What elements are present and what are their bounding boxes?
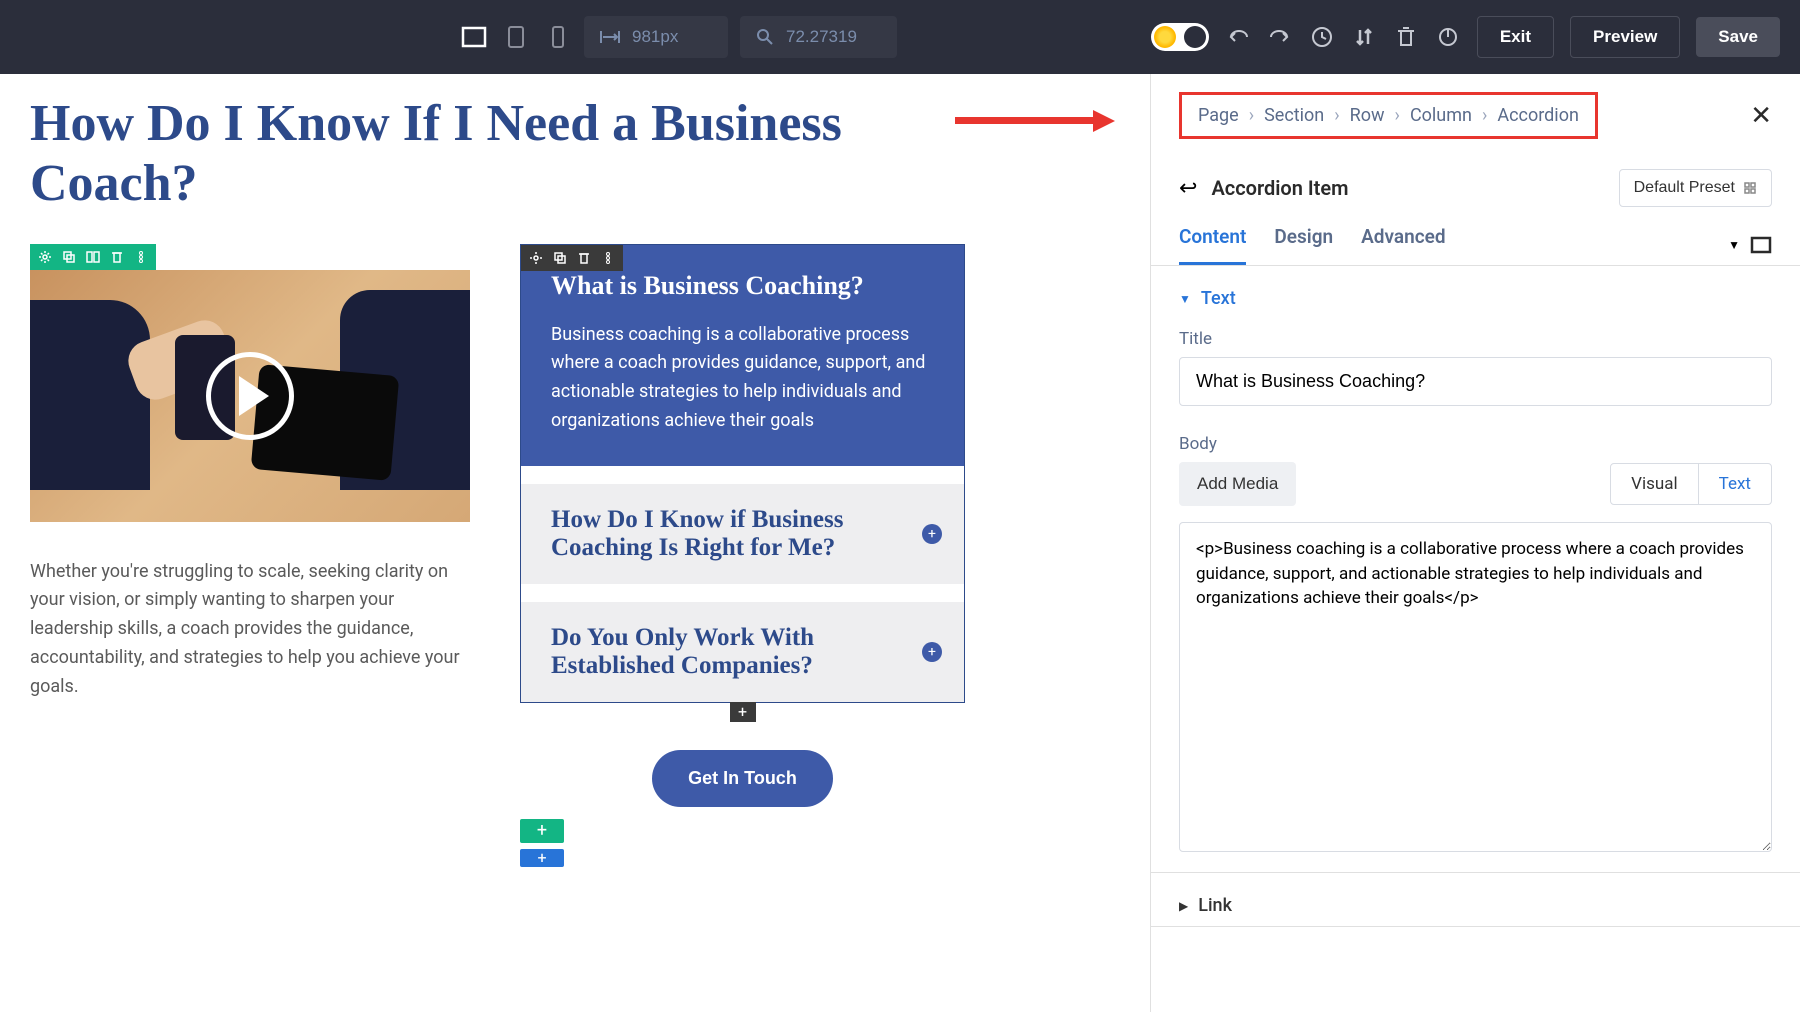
accordion-item-closed[interactable]: How Do I Know if Business Coaching Is Ri… [521, 484, 964, 602]
power-icon[interactable] [1435, 24, 1461, 50]
arrow-annotation [955, 110, 1115, 130]
cta-button[interactable]: Get In Touch [652, 750, 833, 807]
accordion-title: Do You Only Work With Established Compan… [551, 624, 934, 680]
add-row-button[interactable]: + [520, 849, 564, 867]
preview-button[interactable]: Preview [1570, 16, 1680, 58]
redo-icon[interactable] [1267, 24, 1293, 50]
chevron-right-icon: ▶ [1179, 899, 1188, 913]
accordion-title: What is Business Coaching? [551, 271, 934, 301]
duplicate-icon[interactable] [60, 248, 78, 266]
desktop-small-icon[interactable] [1750, 236, 1772, 254]
theme-toggle[interactable] [1151, 23, 1209, 51]
media-row: Add Media Visual Text [1151, 462, 1800, 514]
tab-design[interactable]: Design [1274, 225, 1333, 265]
topbar-center [460, 16, 897, 58]
module-toolbar-dark [521, 245, 623, 271]
sidebar: Page › Section › Row › Column › Accordio… [1150, 74, 1800, 1012]
description-text: Whether you're struggling to scale, seek… [30, 558, 470, 702]
search-icon [756, 28, 774, 46]
width-icon [600, 29, 620, 45]
panel-head: ↩ Accordion Item Default Preset [1151, 157, 1800, 207]
plus-icon[interactable]: + [922, 524, 942, 544]
topbar: Exit Preview Save [0, 0, 1800, 74]
more-icon[interactable] [132, 248, 150, 266]
width-input[interactable] [632, 27, 712, 47]
main: How Do I Know If I Need a Business Coach… [0, 74, 1800, 1012]
add-item-button[interactable]: + [730, 702, 756, 722]
breadcrumb-wrap: Page › Section › Row › Column › Accordio… [1151, 74, 1800, 157]
panel-title: Accordion Item [1211, 176, 1348, 200]
chevron-down-icon: ▼ [1179, 292, 1191, 306]
exit-button[interactable]: Exit [1477, 16, 1554, 58]
crumb-column[interactable]: Column [1410, 105, 1472, 126]
video-module[interactable] [30, 270, 470, 522]
crumb-page[interactable]: Page [1198, 105, 1239, 126]
play-icon[interactable] [206, 352, 294, 440]
close-icon[interactable]: ✕ [1750, 101, 1772, 131]
module-toolbar [30, 244, 156, 270]
more-icon[interactable] [599, 249, 617, 267]
topbar-right: Exit Preview Save [1151, 16, 1780, 58]
add-media-button[interactable]: Add Media [1179, 462, 1296, 506]
page-heading: How Do I Know If I Need a Business Coach… [30, 94, 890, 214]
tab-advanced[interactable]: Advanced [1361, 225, 1445, 265]
width-box [584, 16, 728, 58]
canvas: How Do I Know If I Need a Business Coach… [0, 74, 1150, 1012]
title-label: Title [1151, 319, 1800, 357]
gear-icon[interactable] [527, 249, 545, 267]
chevron-right-icon: › [1249, 105, 1254, 126]
mode-visual[interactable]: Visual [1611, 464, 1698, 504]
undo-icon[interactable] [1225, 24, 1251, 50]
tab-icons: ▼ [1728, 225, 1772, 265]
add-section-button[interactable]: + [520, 819, 564, 843]
trash-icon[interactable] [1393, 24, 1419, 50]
zoom-input[interactable] [786, 27, 881, 47]
title-input[interactable] [1179, 357, 1772, 406]
body-label: Body [1151, 424, 1800, 462]
accordion-module: What is Business Coaching? Business coac… [520, 244, 965, 703]
preset-button[interactable]: Default Preset [1619, 169, 1772, 207]
accordion-title: How Do I Know if Business Coaching Is Ri… [551, 506, 934, 562]
breadcrumb: Page › Section › Row › Column › Accordio… [1179, 92, 1598, 139]
crumb-accordion[interactable]: Accordion [1497, 105, 1579, 126]
save-button[interactable]: Save [1696, 17, 1780, 57]
history-icon[interactable] [1309, 24, 1335, 50]
dropdown-icon[interactable]: ▼ [1728, 238, 1740, 252]
column-right: What is Business Coaching? Business coac… [520, 244, 965, 867]
tablet-icon[interactable] [502, 23, 530, 51]
editor-mode-tabs: Visual Text [1610, 463, 1772, 505]
mode-text[interactable]: Text [1699, 464, 1771, 504]
column-left: Whether you're struggling to scale, seek… [30, 244, 470, 867]
back-icon[interactable]: ↩ [1179, 176, 1197, 201]
sort-icon[interactable] [1351, 24, 1377, 50]
columns-icon[interactable] [84, 248, 102, 266]
zoom-box [740, 16, 897, 58]
section-text-header[interactable]: ▼ Text [1151, 266, 1800, 319]
crumb-section[interactable]: Section [1264, 105, 1324, 126]
phone-icon[interactable] [544, 23, 572, 51]
columns: Whether you're struggling to scale, seek… [30, 244, 1120, 867]
delete-icon[interactable] [575, 249, 593, 267]
section-link-header[interactable]: ▶ Link [1151, 873, 1800, 926]
tab-content[interactable]: Content [1179, 225, 1246, 265]
chevron-right-icon: › [1334, 105, 1339, 126]
duplicate-icon[interactable] [551, 249, 569, 267]
tabs: Content Design Advanced ▼ [1151, 207, 1800, 266]
chevron-right-icon: › [1482, 105, 1487, 126]
body-textarea[interactable]: <p>Business coaching is a collaborative … [1179, 522, 1772, 852]
accordion-body: Business coaching is a collaborative pro… [551, 321, 934, 436]
desktop-icon[interactable] [460, 23, 488, 51]
crumb-row[interactable]: Row [1350, 105, 1385, 126]
device-icons [460, 23, 572, 51]
chevron-right-icon: › [1395, 105, 1400, 126]
preset-icon [1743, 181, 1757, 195]
accordion-item-open[interactable]: What is Business Coaching? Business coac… [521, 245, 964, 484]
gear-icon[interactable] [36, 248, 54, 266]
plus-icon[interactable]: + [922, 642, 942, 662]
delete-icon[interactable] [108, 248, 126, 266]
accordion-item-closed[interactable]: Do You Only Work With Established Compan… [521, 602, 964, 702]
